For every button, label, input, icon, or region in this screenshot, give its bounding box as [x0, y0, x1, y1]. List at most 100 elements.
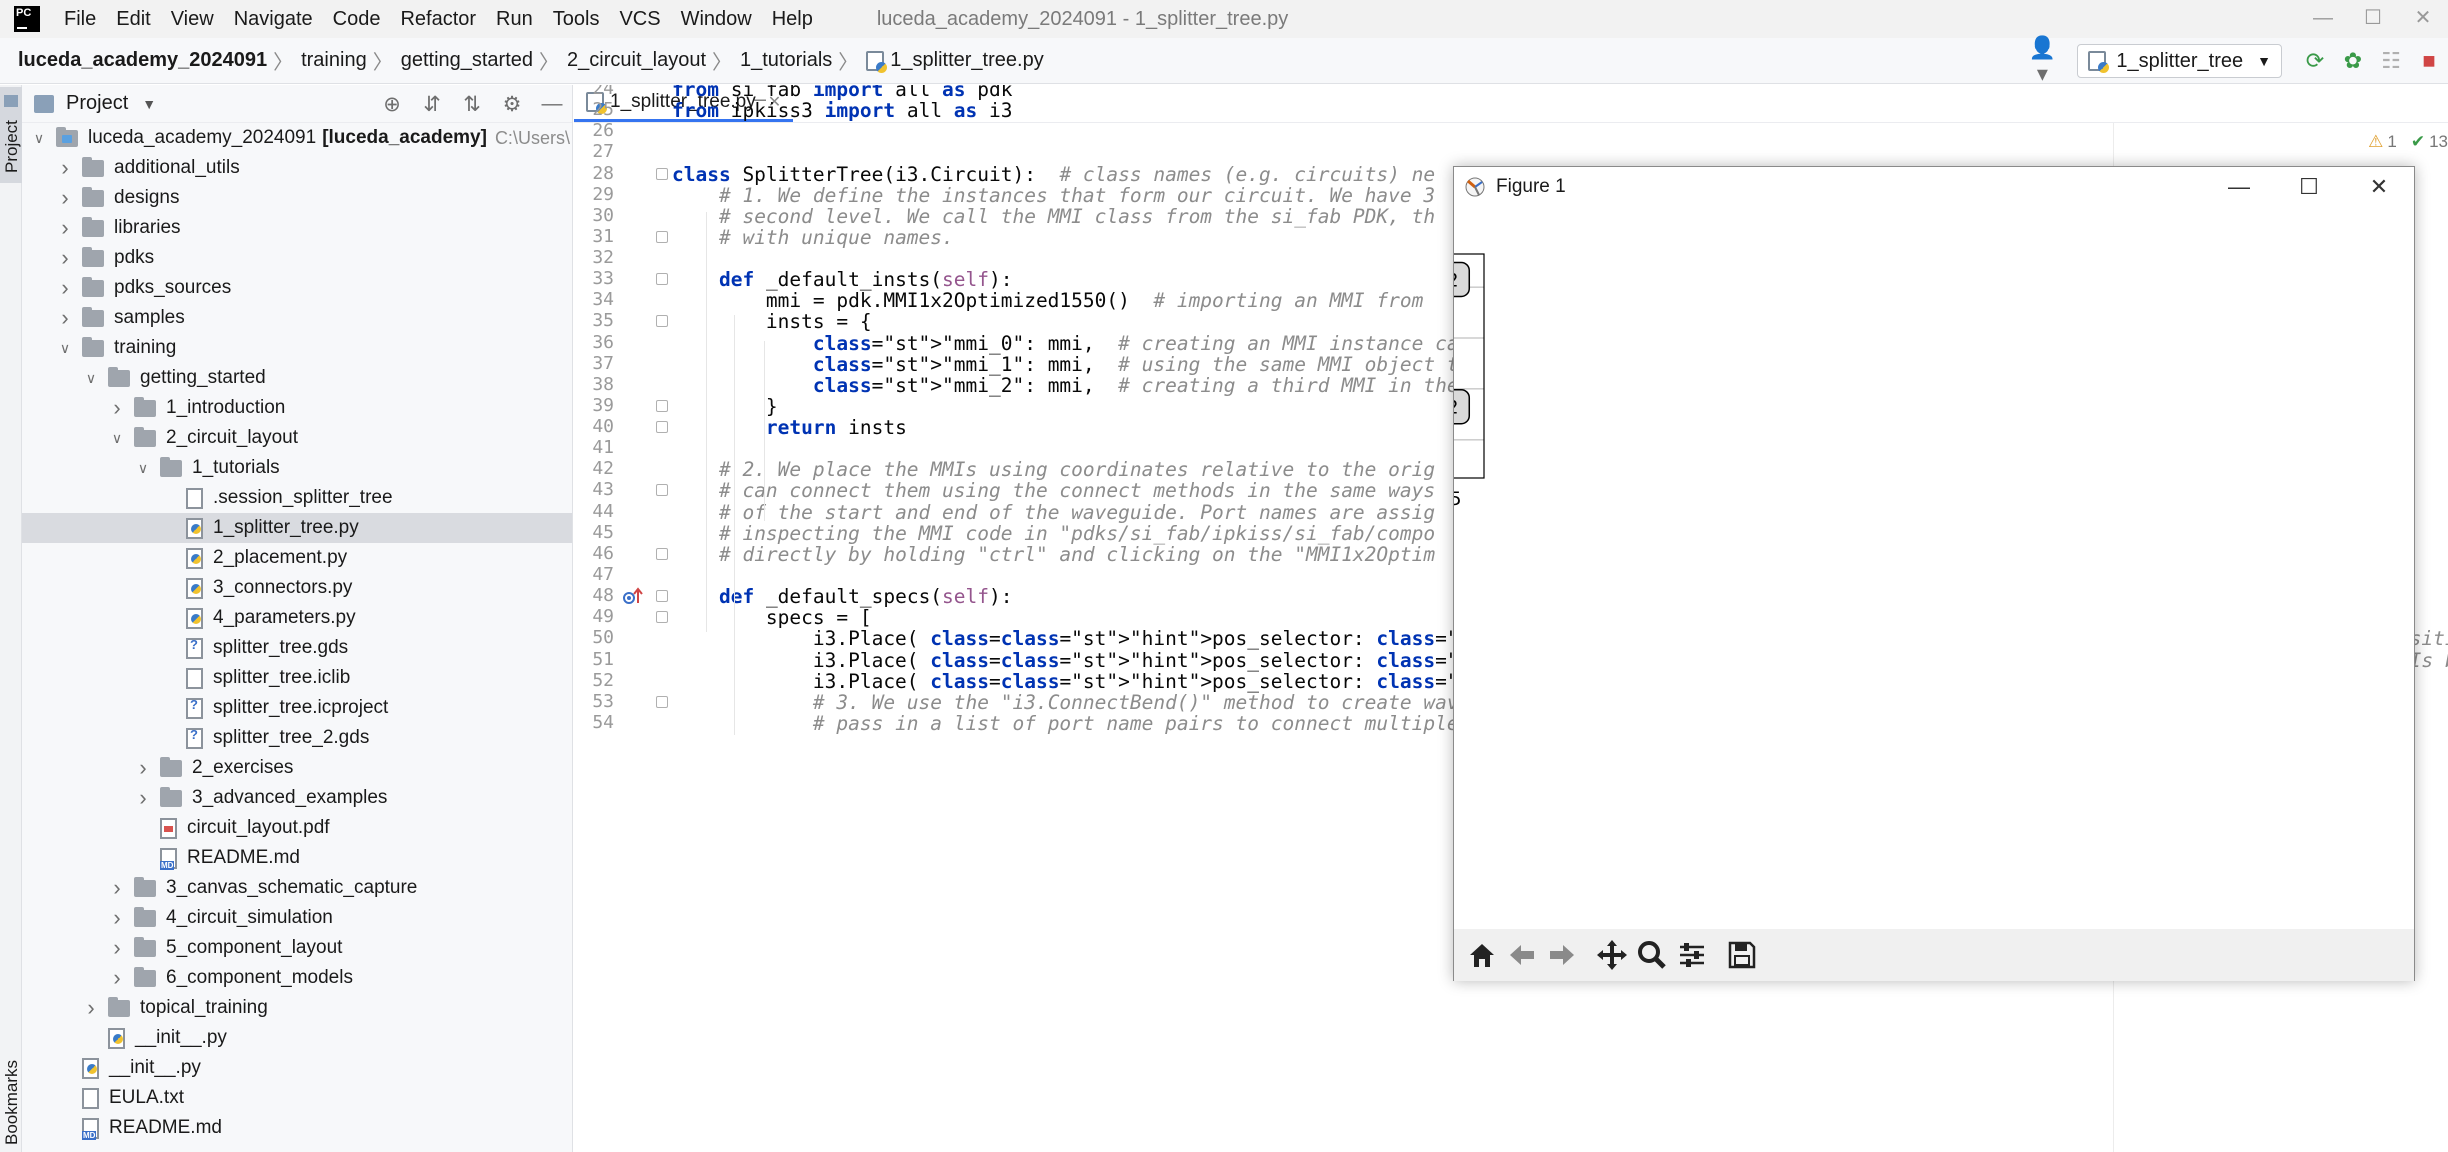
- locate-file-icon[interactable]: ⊕: [372, 92, 412, 117]
- override-method-icon[interactable]: [622, 585, 644, 607]
- tree-file[interactable]: README.md: [22, 843, 572, 873]
- gear-icon[interactable]: ⚙: [492, 92, 532, 117]
- tree-folder[interactable]: › 2_exercises: [22, 753, 572, 783]
- fold-open-icon[interactable]: [656, 611, 668, 624]
- back-icon[interactable]: [1502, 935, 1542, 975]
- menu-tools[interactable]: Tools: [543, 0, 610, 38]
- close-window-icon[interactable]: ✕: [2398, 0, 2448, 38]
- tree-file[interactable]: circuit_layout.pdf: [22, 813, 572, 843]
- save-icon[interactable]: [1722, 935, 1762, 975]
- tree-folder[interactable]: › pdks: [22, 243, 572, 273]
- menu-vcs[interactable]: VCS: [609, 0, 670, 38]
- run-with-coverage-icon[interactable]: ☷: [2372, 48, 2410, 74]
- tree-file[interactable]: 3_connectors.py: [22, 573, 572, 603]
- tree-folder[interactable]: ∨ training: [22, 333, 572, 363]
- tree-folder[interactable]: › 3_advanced_examples: [22, 783, 572, 813]
- menu-help[interactable]: Help: [762, 0, 823, 38]
- chevron-right-icon[interactable]: ›: [108, 965, 126, 991]
- chevron-right-icon[interactable]: ›: [108, 875, 126, 901]
- chevron-right-icon[interactable]: ›: [56, 155, 74, 181]
- tree-folder[interactable]: ∨ getting_started: [22, 363, 572, 393]
- tree-folder[interactable]: › 3_canvas_schematic_capture: [22, 873, 572, 903]
- home-icon[interactable]: [1462, 935, 1502, 975]
- menu-file[interactable]: File: [54, 0, 106, 38]
- tree-file[interactable]: README.md: [22, 1113, 572, 1143]
- menu-edit[interactable]: Edit: [106, 0, 160, 38]
- code-line[interactable]: class="st">"mmi_2": mmi, # creating a th…: [672, 369, 1564, 402]
- strip-project-button[interactable]: Project: [0, 87, 22, 183]
- tree-folder[interactable]: › 1_introduction: [22, 393, 572, 423]
- tree-folder[interactable]: › pdks_sources: [22, 273, 572, 303]
- tree-file[interactable]: splitter_tree_2.gds: [22, 723, 572, 753]
- chevron-down-icon[interactable]: ∨: [134, 460, 152, 477]
- chevron-right-icon[interactable]: ›: [56, 185, 74, 211]
- breadcrumb-item[interactable]: luceda_academy_2024091: [18, 49, 267, 72]
- fold-open-icon[interactable]: [656, 590, 668, 603]
- figure-minimize-icon[interactable]: —: [2204, 167, 2274, 207]
- breadcrumb-item[interactable]: getting_started: [401, 49, 533, 72]
- tree-file[interactable]: splitter_tree.icproject: [22, 693, 572, 723]
- tree-folder[interactable]: › libraries: [22, 213, 572, 243]
- zoom-icon[interactable]: [1632, 935, 1672, 975]
- tree-folder[interactable]: › 4_circuit_simulation: [22, 903, 572, 933]
- maximize-icon[interactable]: ☐: [2348, 0, 2398, 38]
- chevron-right-icon[interactable]: ›: [134, 785, 152, 811]
- tree-folder[interactable]: › 5_component_layout: [22, 933, 572, 963]
- chevron-right-icon[interactable]: ›: [108, 905, 126, 931]
- chevron-right-icon[interactable]: ›: [56, 215, 74, 241]
- chevron-right-icon[interactable]: ›: [82, 995, 100, 1021]
- code-line[interactable]: from ipkiss3 import all as i3: [672, 94, 1013, 127]
- fold-open-icon[interactable]: [656, 484, 668, 497]
- tree-folder[interactable]: › topical_training: [22, 993, 572, 1023]
- breadcrumb-item[interactable]: 1_splitter_tree.py: [866, 49, 1044, 73]
- menu-code[interactable]: Code: [323, 0, 391, 38]
- figure-canvas[interactable]: -250255075100125-2002040mmi_0_in1mmi_2_o…: [1454, 207, 2414, 927]
- configure-subplots-icon[interactable]: [1672, 935, 1712, 975]
- code-line[interactable]: # with unique names.: [672, 221, 954, 254]
- tree-folder[interactable]: › designs: [22, 183, 572, 213]
- breadcrumb-item[interactable]: 1_tutorials: [740, 49, 832, 72]
- tree-file[interactable]: 2_placement.py: [22, 543, 572, 573]
- debug-icon[interactable]: ✿: [2334, 48, 2372, 74]
- chevron-down-icon[interactable]: ∨: [82, 370, 100, 387]
- menu-window[interactable]: Window: [671, 0, 762, 38]
- tree-file[interactable]: 1_splitter_tree.py: [22, 513, 572, 543]
- fold-close-icon[interactable]: [656, 547, 668, 560]
- rerun-icon[interactable]: ⟳: [2296, 48, 2334, 74]
- figure-close-icon[interactable]: ✕: [2344, 167, 2414, 207]
- stop-icon[interactable]: ■: [2410, 48, 2448, 74]
- minimize-icon[interactable]: —: [2298, 0, 2348, 38]
- pan-icon[interactable]: [1592, 935, 1632, 975]
- run-config-selector[interactable]: 1_splitter_tree ▼: [2077, 44, 2282, 78]
- tree-folder[interactable]: ∨ luceda_academy_2024091 [luceda_academy] C…: [22, 123, 572, 153]
- tree-file[interactable]: __init__.py: [22, 1053, 572, 1083]
- fold-open-icon[interactable]: [656, 167, 668, 180]
- collapse-all-icon[interactable]: ⇅: [452, 92, 492, 117]
- tree-folder[interactable]: ∨ 1_tutorials: [22, 453, 572, 483]
- tree-file[interactable]: 4_parameters.py: [22, 603, 572, 633]
- menu-run[interactable]: Run: [486, 0, 543, 38]
- project-title[interactable]: Project: [66, 92, 128, 115]
- forward-icon[interactable]: [1542, 935, 1582, 975]
- chevron-down-icon[interactable]: ∨: [56, 340, 74, 357]
- inspection-widget[interactable]: ⚠ 1 ✔ 13: [2368, 129, 2448, 155]
- fold-close-icon[interactable]: [656, 421, 668, 434]
- chevron-right-icon[interactable]: ›: [134, 755, 152, 781]
- tree-file[interactable]: splitter_tree.gds: [22, 633, 572, 663]
- figure-maximize-icon[interactable]: ☐: [2274, 167, 2344, 207]
- breadcrumb-item[interactable]: training: [301, 49, 367, 72]
- fold-close-icon[interactable]: [656, 399, 668, 412]
- tree-folder[interactable]: › samples: [22, 303, 572, 333]
- chevron-right-icon[interactable]: ›: [56, 245, 74, 271]
- chevron-right-icon[interactable]: ›: [108, 395, 126, 421]
- tree-file[interactable]: EULA.txt: [22, 1083, 572, 1113]
- fold-open-icon[interactable]: [656, 315, 668, 328]
- tree-file[interactable]: .session_splitter_tree: [22, 483, 572, 513]
- breadcrumb-item[interactable]: 2_circuit_layout: [567, 49, 706, 72]
- tree-folder[interactable]: › 6_component_models: [22, 963, 572, 993]
- menu-view[interactable]: View: [161, 0, 224, 38]
- menu-navigate[interactable]: Navigate: [224, 0, 323, 38]
- fold-close-icon[interactable]: [656, 230, 668, 243]
- fold-open-icon[interactable]: [656, 273, 668, 286]
- code-line[interactable]: return insts: [672, 411, 907, 444]
